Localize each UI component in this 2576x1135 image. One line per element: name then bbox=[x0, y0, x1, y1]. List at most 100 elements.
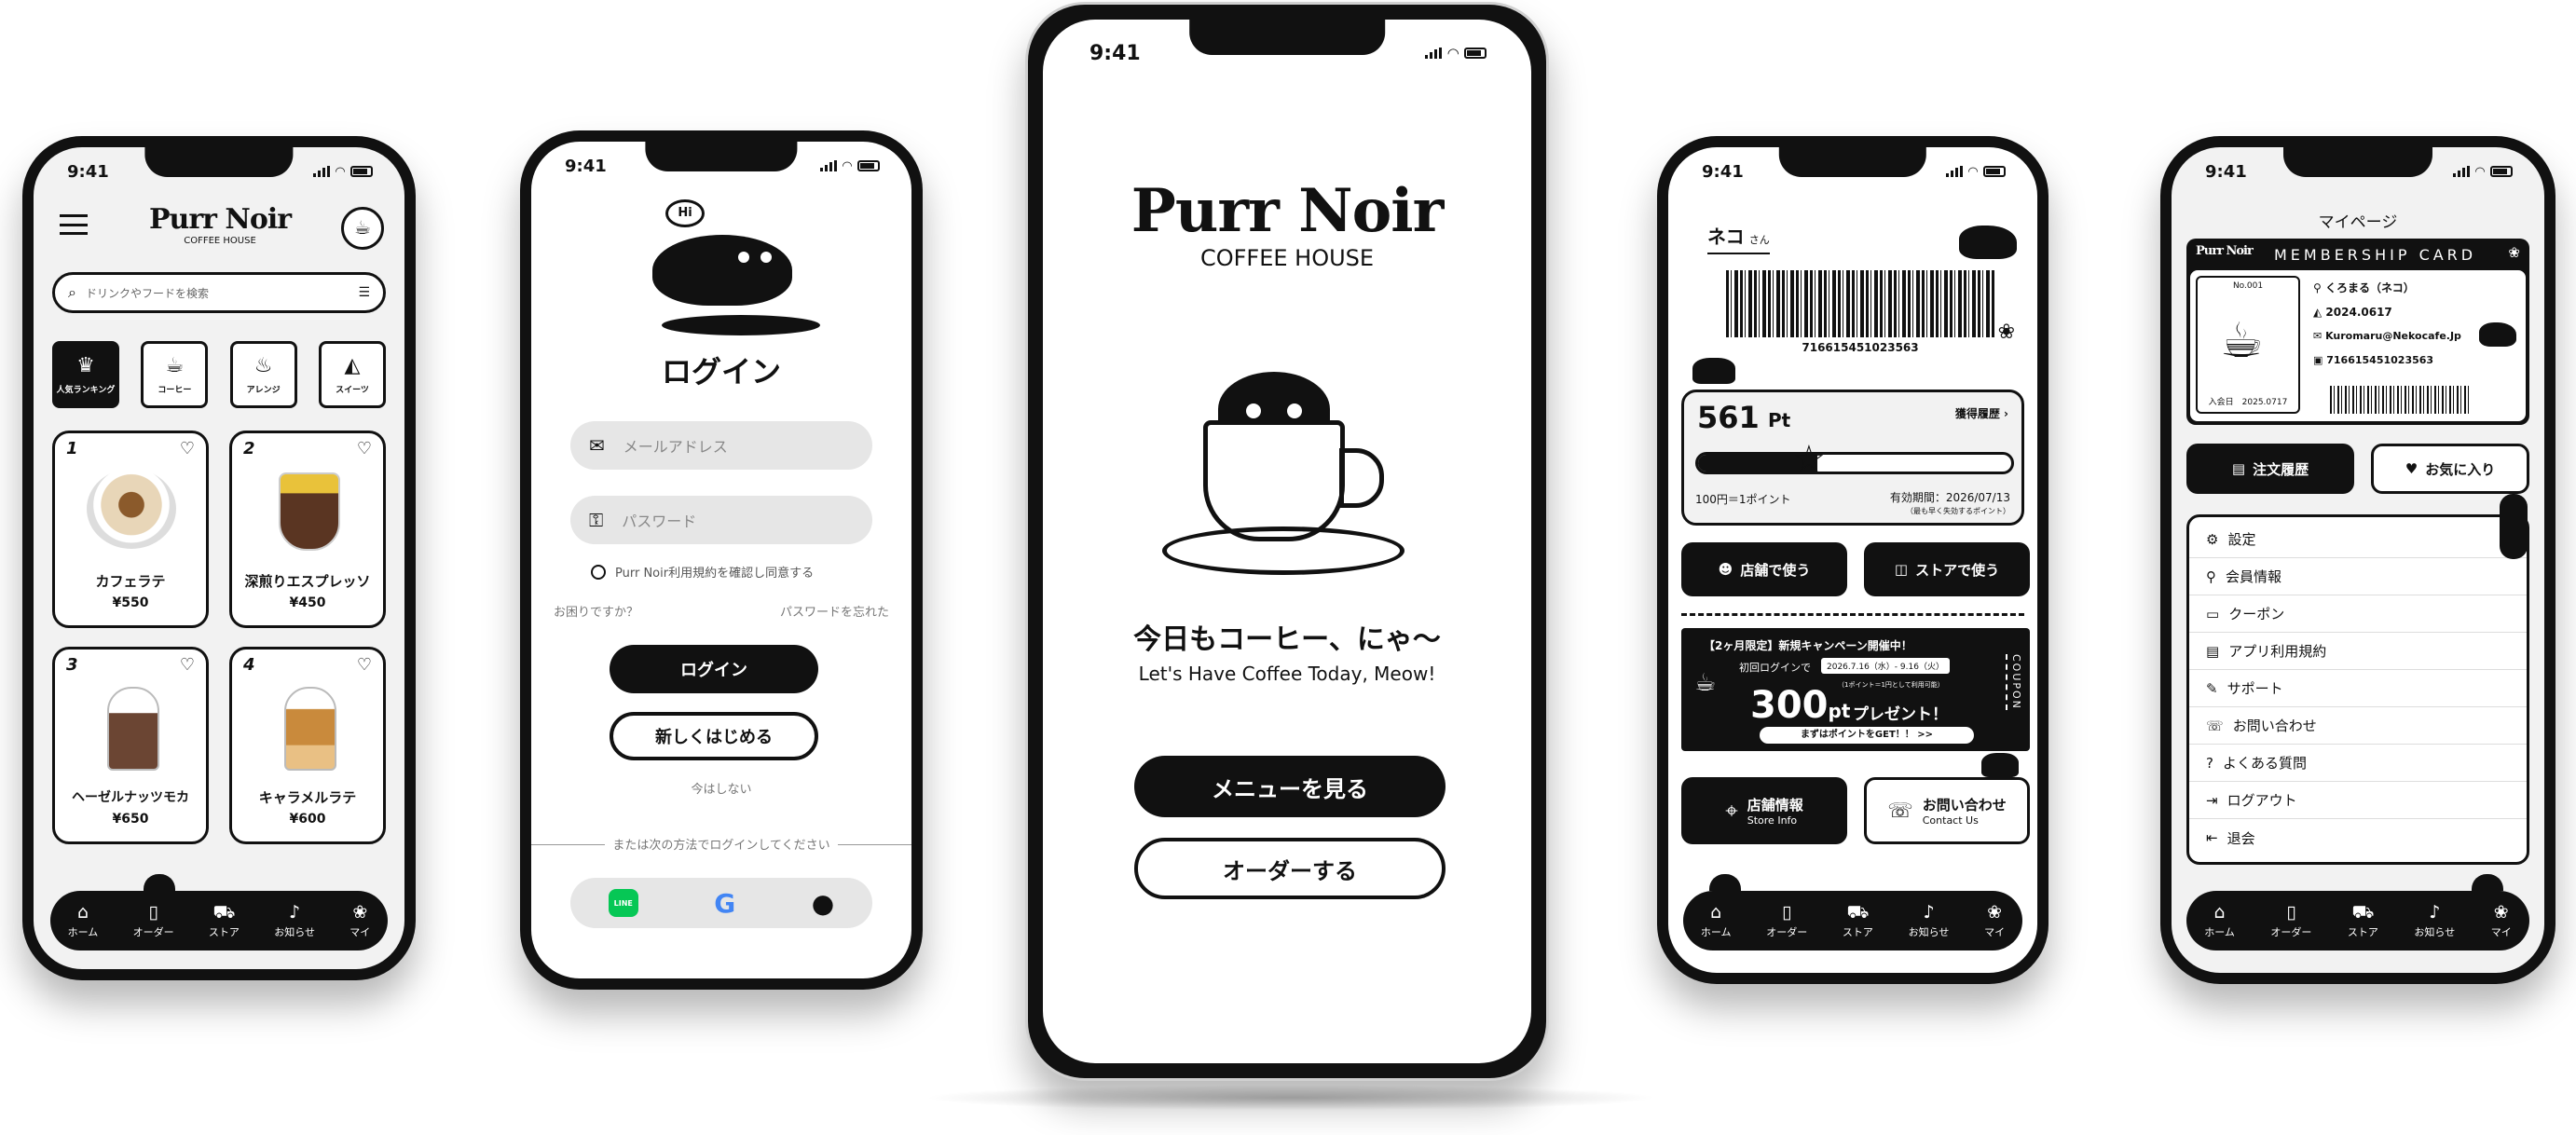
menu-contact[interactable]: ☏ お問い合わせ bbox=[2189, 707, 2527, 745]
nav-order[interactable]: ▯ オーダー bbox=[1766, 903, 1807, 939]
use-store-label: 店舗で使う bbox=[1740, 561, 1811, 579]
store-info-button[interactable]: ⌖ 店舗情報 Store Info bbox=[1681, 777, 1847, 844]
menu-support[interactable]: ✎ サポート bbox=[2189, 670, 2527, 707]
use-online-store-button[interactable]: ◫ ストアで使う bbox=[1864, 542, 2030, 596]
password-field[interactable]: ⚿ パスワード bbox=[570, 496, 872, 544]
avatar[interactable]: ☕ bbox=[341, 207, 384, 250]
status-bar: 9:41 ◠ bbox=[2205, 158, 2513, 185]
mail-icon: ✉ bbox=[589, 434, 605, 457]
terms-label: Purr Noir利用規約を確認し同意する bbox=[615, 567, 815, 581]
question-icon: ? bbox=[2206, 754, 2213, 772]
nav-home[interactable]: ⌂ ホーム bbox=[2204, 903, 2235, 939]
product-card[interactable]: 3 ♡ ヘーゼルナッツモカ ¥650 bbox=[52, 647, 209, 844]
coupon-banner[interactable]: 【2ヶ月限定】新規キャンペーン開催中！ 初回ログインで 2026.7.16（水）… bbox=[1681, 628, 2030, 751]
points-unit: Pt bbox=[1768, 409, 1791, 431]
point-rate: 100円＝1ポイント bbox=[1695, 493, 1791, 506]
product-card[interactable]: 4 ♡ キャラメルラテ ¥600 bbox=[229, 647, 386, 844]
filter-icon[interactable]: ☰ bbox=[358, 285, 370, 300]
heart-icon: ♥ bbox=[2405, 460, 2418, 477]
cup-icon: ▯ bbox=[148, 901, 158, 923]
order-history-button[interactable]: ▤ 注文履歴 bbox=[2186, 444, 2354, 494]
nav-news[interactable]: ♪ お知らせ bbox=[1909, 903, 1950, 939]
nav-store[interactable]: ⛟ ストア bbox=[1843, 903, 1873, 939]
nav-home[interactable]: ⌂ ホーム bbox=[1701, 903, 1732, 939]
help-link[interactable]: お困りですか？ bbox=[554, 602, 638, 620]
menu-terms[interactable]: ▤ アプリ利用規約 bbox=[2189, 633, 2527, 670]
view-menu-button[interactable]: メニューを見る bbox=[1134, 756, 1446, 817]
favorites-button[interactable]: ♥ お気に入り bbox=[2371, 444, 2529, 494]
menu-withdraw[interactable]: ⇤ 退会 bbox=[2189, 819, 2527, 856]
category-coffee[interactable]: ☕ コーヒー bbox=[141, 341, 209, 408]
contact-en: Contact Us bbox=[1922, 814, 1979, 827]
key-icon: ⚿ bbox=[589, 509, 604, 531]
brand-name: Purr Noir bbox=[148, 203, 292, 236]
line-icon[interactable]: LINE bbox=[608, 889, 638, 917]
nav-my[interactable]: ❀ マイ bbox=[2491, 903, 2512, 939]
menu-coupon[interactable]: ▭ クーポン bbox=[2189, 595, 2527, 633]
login-button[interactable]: ログイン bbox=[610, 645, 818, 693]
heart-icon[interactable]: ♡ bbox=[180, 655, 195, 675]
nav-store[interactable]: ⛟ ストア bbox=[2348, 903, 2378, 939]
apple-icon[interactable]: ● bbox=[812, 888, 834, 919]
google-icon[interactable]: G bbox=[714, 888, 735, 919]
nav-news[interactable]: ♪ お知らせ bbox=[274, 903, 315, 939]
points-history-link[interactable]: 獲得履歴 › bbox=[1955, 405, 2008, 421]
battery-icon bbox=[857, 160, 880, 171]
nav-order[interactable]: ▯ オーダー bbox=[2270, 903, 2311, 939]
id-card-icon: ▣ bbox=[2313, 354, 2323, 366]
nav-home[interactable]: ⌂ ホーム bbox=[68, 903, 99, 939]
floor-shadow bbox=[923, 1085, 1659, 1111]
contact-button[interactable]: ☏ お問い合わせ Contact Us bbox=[1864, 777, 2030, 844]
join-date: 入会日 2025.0717 bbox=[2208, 398, 2288, 407]
menu-member-info[interactable]: ⚲ 会員情報 bbox=[2189, 558, 2527, 595]
nav-label: ストア bbox=[1842, 925, 1873, 938]
mocha-image bbox=[107, 687, 159, 771]
forgot-password-link[interactable]: パスワードを忘れた bbox=[780, 602, 889, 620]
home-icon: ⌂ bbox=[2213, 901, 2226, 923]
hamburger-menu-icon[interactable] bbox=[60, 214, 88, 235]
wifi-icon: ◠ bbox=[336, 164, 345, 179]
terms-checkbox[interactable]: Purr Noir利用規約を確認し同意する bbox=[591, 563, 814, 581]
birthday-row: ◭ 2024.0617 bbox=[2313, 300, 2461, 324]
phone-splash: 9:41 ◠ Purr Noir COFFEE HOUSE 今日もコーヒー、にゃ〜 … bbox=[1025, 2, 1549, 1081]
skip-link[interactable]: 今はしない bbox=[531, 779, 911, 797]
exit-icon: ⇤ bbox=[2206, 829, 2218, 846]
product-card[interactable]: 1 ♡ カフェラテ ¥550 bbox=[52, 431, 209, 628]
user-icon: ⚲ bbox=[2313, 281, 2322, 294]
cat-in-cup-illustration bbox=[1162, 355, 1423, 579]
nav-order[interactable]: ▯ オーダー bbox=[133, 903, 174, 939]
category-sweets[interactable]: ◭ スイーツ bbox=[318, 341, 386, 408]
menu-faq[interactable]: ? よくある質問 bbox=[2189, 745, 2527, 782]
heart-icon[interactable]: ♡ bbox=[180, 439, 195, 458]
heart-icon[interactable]: ♡ bbox=[357, 655, 372, 675]
menu-label: 会員情報 bbox=[2226, 568, 2282, 585]
coupon-cta[interactable]: まずはポイントをGET！！ >> bbox=[1760, 727, 1974, 744]
status-time: 9:41 bbox=[2205, 161, 2247, 182]
signup-button[interactable]: 新しくはじめる bbox=[610, 712, 818, 760]
cup-icon: ▯ bbox=[1781, 901, 1792, 923]
coupon-headline: 【2ヶ月限定】新規キャンペーン開催中！ bbox=[1704, 639, 1912, 652]
category-ranking[interactable]: ♛ 人気ランキング bbox=[52, 341, 119, 408]
card-body: No.001 ☕ 入会日 2025.0717 ⚲ くろまる（ネコ） ◭ 2024… bbox=[2190, 270, 2526, 421]
nav-my[interactable]: ❀ マイ bbox=[349, 903, 370, 939]
coffee-cup-icon: ☕ bbox=[165, 354, 185, 377]
use-in-store-button[interactable]: ☻ 店舗で使う bbox=[1681, 542, 1847, 596]
menu-settings[interactable]: ⚙ 設定 bbox=[2189, 521, 2527, 558]
document-icon: ▤ bbox=[2231, 460, 2246, 477]
nav-news[interactable]: ♪ お知らせ bbox=[2414, 903, 2455, 939]
heart-icon[interactable]: ♡ bbox=[357, 439, 372, 458]
category-arrange[interactable]: ♨ アレンジ bbox=[229, 341, 297, 408]
product-card[interactable]: 2 ♡ 深煎りエスプレッソ ¥450 bbox=[229, 431, 386, 628]
coupon-first-login: 初回ログインで bbox=[1739, 662, 1811, 674]
order-history-label: 注文履歴 bbox=[2253, 460, 2309, 478]
email-field[interactable]: ✉ メールアドレス bbox=[570, 421, 872, 470]
product-price: ¥600 bbox=[289, 812, 326, 827]
caramel-latte-image bbox=[284, 687, 336, 771]
order-button[interactable]: オーダーする bbox=[1134, 838, 1446, 899]
nav-my[interactable]: ❀ マイ bbox=[1984, 903, 2005, 939]
menu-logout[interactable]: ⇥ ログアウト bbox=[2189, 782, 2527, 819]
home-icon: ⌂ bbox=[1710, 901, 1722, 923]
bottom-nav: ⌂ ホーム ▯ オーダー ⛟ ストア ♪ お知らせ ❀ マイ bbox=[50, 891, 388, 950]
search-input[interactable]: ⌕ ドリンクやフードを検索 ☰ bbox=[52, 272, 386, 313]
nav-store[interactable]: ⛟ ストア bbox=[209, 903, 240, 939]
